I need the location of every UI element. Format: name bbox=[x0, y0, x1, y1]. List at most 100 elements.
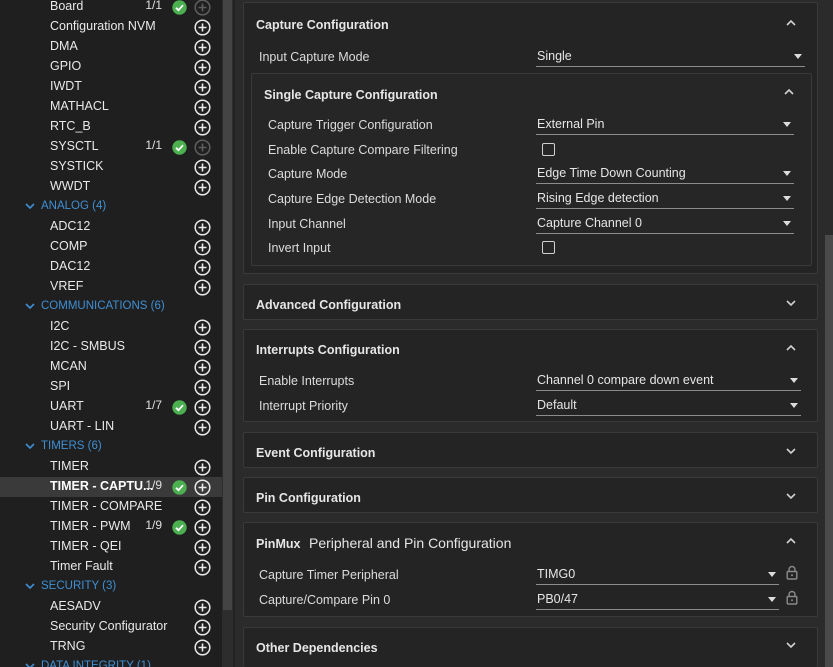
sidebar-item-mcan[interactable]: MCAN bbox=[0, 357, 222, 377]
add-circle-icon[interactable] bbox=[194, 419, 211, 436]
interrupt-priority-select[interactable]: Default bbox=[536, 397, 801, 416]
add-circle-icon[interactable] bbox=[194, 259, 211, 276]
sidebar-item-gpio[interactable]: GPIO bbox=[0, 57, 222, 77]
chevron-up-icon[interactable] bbox=[785, 17, 797, 29]
sidebar-item-i2c[interactable]: I2C bbox=[0, 317, 222, 337]
sidebar-category-communications-6[interactable]: COMMUNICATIONS (6) bbox=[0, 297, 222, 317]
lock-icon[interactable] bbox=[786, 565, 798, 580]
sidebar-item-comp[interactable]: COMP bbox=[0, 237, 222, 257]
sidebar-item-i2c-smbus[interactable]: I2C - SMBUS bbox=[0, 337, 222, 357]
sidebar-item-timer[interactable]: TIMER bbox=[0, 457, 222, 477]
enable-interrupts-select[interactable]: Channel 0 compare down event bbox=[536, 372, 801, 391]
add-circle-icon[interactable] bbox=[194, 79, 211, 96]
chevron-up-icon[interactable] bbox=[785, 342, 797, 354]
instance-count: 1/1 bbox=[145, 0, 162, 12]
add-circle-icon[interactable] bbox=[194, 399, 211, 416]
sidebar-item-sysctl[interactable]: SYSCTL 1/1 bbox=[0, 137, 222, 157]
capture-trigger-select[interactable]: External Pin bbox=[536, 116, 794, 135]
sidebar-item-configuration-nvm[interactable]: Configuration NVM bbox=[0, 17, 222, 37]
capture-filtering-label: Enable Capture Compare Filtering bbox=[268, 143, 458, 157]
chevron-down-icon[interactable] bbox=[785, 445, 797, 457]
add-circle-icon[interactable] bbox=[194, 339, 211, 356]
add-circle-icon[interactable] bbox=[194, 479, 211, 496]
add-circle-icon[interactable] bbox=[194, 19, 211, 36]
sidebar-item-adc12[interactable]: ADC12 bbox=[0, 217, 222, 237]
sidebar-item-trng[interactable]: TRNG bbox=[0, 637, 222, 657]
sidebar-item-security-configurator[interactable]: Security Configurator bbox=[0, 617, 222, 637]
add-circle-icon[interactable] bbox=[194, 279, 211, 296]
sidebar-item-systick[interactable]: SYSTICK bbox=[0, 157, 222, 177]
sidebar-item-timer-compare[interactable]: TIMER - COMPARE bbox=[0, 497, 222, 517]
add-circle-icon[interactable] bbox=[194, 379, 211, 396]
sidebar-item-board[interactable]: Board 1/1 bbox=[0, 0, 222, 17]
sidebar-item-timer-fault[interactable]: Timer Fault bbox=[0, 557, 222, 577]
chevron-down-icon[interactable] bbox=[24, 660, 36, 667]
capture-compare-pin-select[interactable]: PB0/47 bbox=[536, 591, 779, 610]
event-configuration-section[interactable]: Event Configuration bbox=[243, 432, 818, 468]
add-circle-icon[interactable] bbox=[194, 559, 211, 576]
add-circle-icon[interactable] bbox=[194, 159, 211, 176]
sidebar-item-mathacl[interactable]: MATHACL bbox=[0, 97, 222, 117]
sidebar-item-dma[interactable]: DMA bbox=[0, 37, 222, 57]
other-dependencies-section[interactable]: Other Dependencies bbox=[243, 627, 818, 667]
sidebar-item-aesadv[interactable]: AESADV bbox=[0, 597, 222, 617]
add-circle-icon[interactable] bbox=[194, 619, 211, 636]
sidebar-scrollbar-thumb[interactable] bbox=[223, 0, 232, 610]
add-circle-icon[interactable] bbox=[194, 459, 211, 476]
sidebar-category-timers-6[interactable]: TIMERS (6) bbox=[0, 437, 222, 457]
add-circle-icon[interactable] bbox=[194, 39, 211, 56]
chevron-down-icon[interactable] bbox=[785, 297, 797, 309]
capture-edge-select[interactable]: Rising Edge detection bbox=[536, 190, 794, 209]
lock-icon[interactable] bbox=[786, 590, 798, 605]
add-circle-icon[interactable] bbox=[194, 319, 211, 336]
chevron-down-icon[interactable] bbox=[24, 440, 36, 452]
dropdown-caret-icon bbox=[783, 196, 791, 201]
chevron-up-icon[interactable] bbox=[785, 535, 797, 547]
sidebar-item-timer-captu[interactable]: TIMER - CAPTU... 1/9 bbox=[0, 477, 222, 497]
sidebar-item-wwdt[interactable]: WWDT bbox=[0, 177, 222, 197]
capture-filtering-checkbox[interactable] bbox=[542, 143, 555, 156]
sidebar-category-data-integrity-1[interactable]: DATA INTEGRITY (1) bbox=[0, 657, 222, 667]
sidebar-item-dac12[interactable]: DAC12 bbox=[0, 257, 222, 277]
select-value: TIMG0 bbox=[537, 567, 576, 581]
invert-input-checkbox[interactable] bbox=[542, 241, 555, 254]
chevron-down-icon[interactable] bbox=[24, 580, 36, 592]
add-circle-icon[interactable] bbox=[194, 539, 211, 556]
chevron-down-icon[interactable] bbox=[785, 490, 797, 502]
chevron-down-icon[interactable] bbox=[785, 639, 797, 651]
add-circle-icon[interactable] bbox=[194, 359, 211, 376]
input-channel-select[interactable]: Capture Channel 0 bbox=[536, 215, 794, 234]
sidebar-item-timer-pwm[interactable]: TIMER - PWM 1/9 bbox=[0, 517, 222, 537]
chevron-down-icon[interactable] bbox=[24, 300, 36, 312]
add-circle-icon[interactable] bbox=[194, 239, 211, 256]
main-scrollbar-thumb[interactable] bbox=[825, 235, 833, 667]
add-circle-icon[interactable] bbox=[194, 59, 211, 76]
pin-configuration-section[interactable]: Pin Configuration bbox=[243, 477, 818, 513]
add-circle-icon[interactable] bbox=[194, 499, 211, 516]
add-circle-icon[interactable] bbox=[194, 219, 211, 236]
add-circle-icon[interactable] bbox=[194, 99, 211, 116]
chevron-down-icon[interactable] bbox=[24, 200, 36, 212]
sidebar-item-uart-lin[interactable]: UART - LIN bbox=[0, 417, 222, 437]
capture-mode-select[interactable]: Edge Time Down Counting bbox=[536, 165, 794, 184]
add-circle-icon[interactable] bbox=[194, 599, 211, 616]
advanced-configuration-section[interactable]: Advanced Configuration bbox=[243, 284, 818, 320]
sidebar-item-rtc-b[interactable]: RTC_B bbox=[0, 117, 222, 137]
sidebar-item-uart[interactable]: UART 1/7 bbox=[0, 397, 222, 417]
sidebar-item-spi[interactable]: SPI bbox=[0, 377, 222, 397]
input-capture-mode-select[interactable]: Single bbox=[536, 48, 805, 67]
add-circle-icon[interactable] bbox=[194, 119, 211, 136]
dropdown-caret-icon bbox=[794, 54, 802, 59]
sidebar-item-label: MATHACL bbox=[50, 99, 109, 113]
dropdown-caret-icon bbox=[790, 378, 798, 383]
sidebar-category-analog-4[interactable]: ANALOG (4) bbox=[0, 197, 222, 217]
add-circle-icon[interactable] bbox=[194, 519, 211, 536]
sidebar-category-security-3[interactable]: SECURITY (3) bbox=[0, 577, 222, 597]
sidebar-item-vref[interactable]: VREF bbox=[0, 277, 222, 297]
sidebar-item-iwdt[interactable]: IWDT bbox=[0, 77, 222, 97]
add-circle-icon[interactable] bbox=[194, 179, 211, 196]
capture-timer-peripheral-select[interactable]: TIMG0 bbox=[536, 566, 779, 585]
add-circle-icon[interactable] bbox=[194, 639, 211, 656]
chevron-up-icon[interactable] bbox=[783, 86, 795, 98]
sidebar-item-timer-qei[interactable]: TIMER - QEI bbox=[0, 537, 222, 557]
